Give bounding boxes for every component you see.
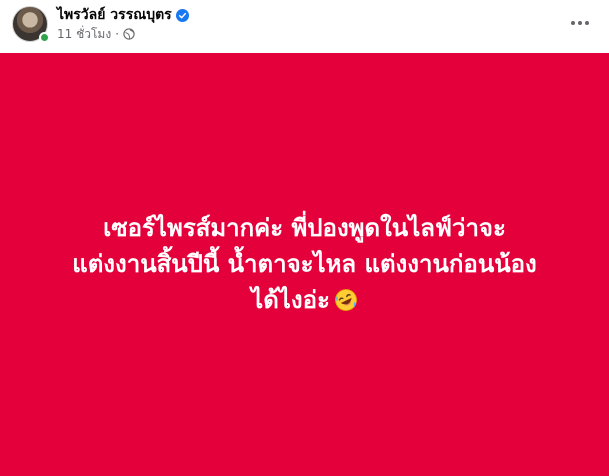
more-options-button[interactable] (566, 9, 594, 37)
author-avatar[interactable] (12, 6, 50, 43)
post-meta: 11 ชั่วโมง · (57, 26, 135, 42)
meta-separator: · (115, 27, 120, 41)
rolling-laughing-emoji-icon (334, 289, 357, 311)
post-text-line-last: ได้ไงอ่ะ (25, 282, 585, 318)
post-text-line: เซอร์ไพรส์มากค่ะ พี่ปองพูดในไลฟ์ว่าจะ (103, 214, 506, 242)
ellipsis-icon (578, 21, 582, 25)
post-body-background: เซอร์ไพรส์มากค่ะ พี่ปองพูดในไลฟ์ว่าจะ แต… (0, 53, 609, 476)
online-status-icon (39, 32, 50, 43)
globe-icon[interactable] (123, 28, 135, 40)
post-header: ไพรวัลย์ วรรณบุตร 11 ชั่วโมง · (0, 0, 609, 53)
ellipsis-icon (585, 21, 589, 25)
post-text-line: แต่งงานสิ้นปีนี้ น้ำตาจะไหล แต่งงานก่อนน… (72, 250, 537, 278)
post-text-line: ได้ไงอ่ะ (251, 286, 330, 314)
author-line: ไพรวัลย์ วรรณบุตร (57, 5, 189, 25)
post-text: เซอร์ไพรส์มากค่ะ พี่ปองพูดในไลฟ์ว่าจะ แต… (25, 210, 585, 318)
verified-badge-icon (175, 8, 189, 22)
author-name[interactable]: ไพรวัลย์ วรรณบุตร (57, 4, 172, 26)
post-timestamp[interactable]: 11 ชั่วโมง (57, 25, 111, 44)
facebook-post: ไพรวัลย์ วรรณบุตร 11 ชั่วโมง · เซอร์ไพรส… (0, 0, 609, 476)
ellipsis-icon (571, 21, 575, 25)
